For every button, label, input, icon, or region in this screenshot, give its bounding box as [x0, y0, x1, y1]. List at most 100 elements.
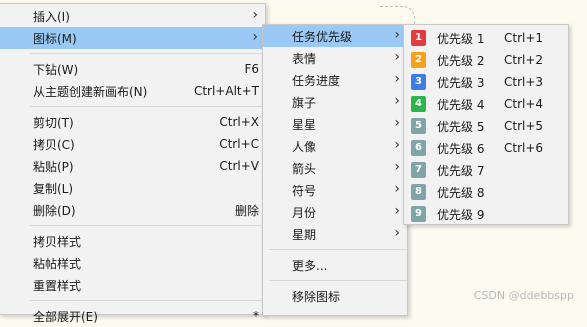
menu-item-duplicate[interactable]: 复制(L) — [0, 177, 265, 199]
submenu-item-flags[interactable]: 旗子 › — [263, 91, 407, 113]
priority-item-2[interactable]: 2 优先级 2 Ctrl+2 — [404, 49, 568, 71]
submenu-item-months[interactable]: 月份 › — [263, 201, 407, 223]
menu-item-shortcut: Ctrl+Alt+T — [193, 84, 259, 98]
menu-item-label: 星星 — [292, 117, 317, 132]
chevron-right-icon: › — [394, 225, 400, 241]
priority-1-icon: 1 — [411, 30, 426, 46]
menu-item-shortcut: Ctrl+4 — [504, 97, 544, 111]
menu-item-icons[interactable]: 图标(M) › — [0, 27, 265, 49]
priority-item-8[interactable]: 8 优先级 8 — [404, 181, 568, 203]
menu-item-copy-style[interactable]: 拷贝样式 — [0, 230, 265, 252]
menu-item-paste-style[interactable]: 粘帖样式 — [0, 252, 265, 274]
submenu-item-task-priority[interactable]: 任务优先级 › — [263, 25, 407, 47]
menu-divider — [30, 225, 265, 226]
menu-item-shortcut: Ctrl+V — [219, 159, 259, 173]
chevron-right-icon: › — [394, 159, 400, 175]
menu-item-expand-all[interactable]: 全部展开(E) * — [0, 305, 265, 327]
icons-submenu: 任务优先级 › 表情 › 任务进度 › 旗子 › 星星 › 人像 › 箭头 › … — [262, 24, 408, 316]
chevron-right-icon: › — [394, 203, 400, 219]
watermark: CSDN @ddebbspp — [473, 289, 574, 302]
priority-item-9[interactable]: 9 优先级 9 — [404, 203, 568, 225]
menu-item-label: 箭头 — [292, 161, 317, 176]
context-menu: 插入(I) › 图标(M) › 下钻(W) F6 从主题创建新画布(N) Ctr… — [0, 3, 266, 324]
menu-item-label: 任务进度 — [292, 73, 341, 88]
menu-item-label: 剪切(T) — [33, 115, 74, 130]
menu-item-shortcut: Ctrl+5 — [504, 119, 544, 133]
menu-item-cut[interactable]: 剪切(T) Ctrl+X — [0, 111, 265, 133]
menu-item-label: 人像 — [292, 139, 317, 154]
menu-item-label: 粘帖样式 — [33, 256, 82, 271]
menu-item-copy[interactable]: 拷贝(C) Ctrl+C — [0, 133, 265, 155]
menu-item-label: 表情 — [292, 51, 317, 66]
menu-item-shortcut: Ctrl+2 — [504, 53, 544, 67]
submenu-item-people[interactable]: 人像 › — [263, 135, 407, 157]
menu-item-reset-style[interactable]: 重置样式 — [0, 274, 265, 296]
menu-item-shortcut: * — [253, 309, 259, 323]
menu-divider — [30, 53, 265, 54]
priority-item-4[interactable]: 4 优先级 4 Ctrl+4 — [404, 93, 568, 115]
menu-item-label: 图标(M) — [33, 31, 77, 46]
submenu-item-task-progress[interactable]: 任务进度 › — [263, 69, 407, 91]
menu-item-shortcut: 删除 — [234, 203, 259, 218]
menu-item-label: 移除图标 — [292, 289, 341, 304]
chevron-right-icon: › — [394, 27, 400, 43]
priority-submenu: 1 优先级 1 Ctrl+1 2 优先级 2 Ctrl+2 3 优先级 3 Ct… — [403, 24, 569, 225]
submenu-item-stars[interactable]: 星星 › — [263, 113, 407, 135]
menu-item-label: 拷贝样式 — [33, 234, 82, 249]
priority-item-3[interactable]: 3 优先级 3 Ctrl+3 — [404, 71, 568, 93]
priority-5-icon: 5 — [411, 118, 426, 134]
menu-item-shortcut: F6 — [244, 62, 259, 76]
menu-item-label: 优先级 6 — [437, 141, 485, 156]
menu-item-label: 全部展开(E) — [33, 309, 98, 324]
priority-3-icon: 3 — [411, 74, 426, 90]
priority-item-7[interactable]: 7 优先级 7 — [404, 159, 568, 181]
menu-item-label: 优先级 9 — [437, 207, 485, 222]
chevron-right-icon: › — [252, 29, 258, 45]
chevron-right-icon: › — [394, 71, 400, 87]
chevron-right-icon: › — [252, 7, 258, 23]
chevron-right-icon: › — [394, 93, 400, 109]
priority-7-icon: 7 — [411, 162, 426, 178]
submenu-item-symbols[interactable]: 符号 › — [263, 179, 407, 201]
menu-item-drill-down[interactable]: 下钻(W) F6 — [0, 58, 265, 80]
menu-item-label: 符号 — [292, 183, 317, 198]
submenu-item-weekdays[interactable]: 星期 › — [263, 223, 407, 245]
submenu-item-arrows[interactable]: 箭头 › — [263, 157, 407, 179]
menu-item-shortcut: Ctrl+3 — [504, 75, 544, 89]
menu-item-label: 旗子 — [292, 95, 317, 110]
menu-item-paste[interactable]: 粘贴(P) Ctrl+V — [0, 155, 265, 177]
submenu-item-more[interactable]: 更多... — [263, 254, 407, 276]
priority-2-icon: 2 — [411, 52, 426, 68]
priority-item-6[interactable]: 6 优先级 6 Ctrl+6 — [404, 137, 568, 159]
menu-item-label: 优先级 3 — [437, 75, 485, 90]
menu-item-label: 从主题创建新画布(N) — [33, 84, 148, 99]
submenu-item-remove-icon[interactable]: 移除图标 — [263, 285, 407, 307]
menu-item-label: 更多... — [292, 258, 328, 273]
submenu-item-emoji[interactable]: 表情 › — [263, 47, 407, 69]
menu-item-shortcut: Ctrl+6 — [504, 141, 544, 155]
menu-item-label: 复制(L) — [33, 181, 74, 196]
menu-item-label: 重置样式 — [33, 278, 82, 293]
menu-item-label: 优先级 4 — [437, 97, 485, 112]
menu-divider — [30, 300, 265, 301]
priority-8-icon: 8 — [411, 184, 426, 200]
menu-divider — [30, 106, 265, 107]
priority-9-icon: 9 — [411, 206, 426, 222]
priority-item-1[interactable]: 1 优先级 1 Ctrl+1 — [404, 27, 568, 49]
menu-item-shortcut: Ctrl+X — [219, 115, 259, 129]
menu-item-shortcut: Ctrl+C — [219, 137, 259, 151]
menu-item-label: 删除(D) — [33, 203, 76, 218]
menu-item-new-sheet-from-topic[interactable]: 从主题创建新画布(N) Ctrl+Alt+T — [0, 80, 265, 102]
menu-item-label: 优先级 8 — [437, 185, 485, 200]
menu-item-insert[interactable]: 插入(I) › — [0, 5, 265, 27]
priority-item-5[interactable]: 5 优先级 5 Ctrl+5 — [404, 115, 568, 137]
menu-divider — [269, 280, 407, 281]
chevron-right-icon: › — [394, 181, 400, 197]
menu-item-label: 优先级 5 — [437, 119, 485, 134]
menu-item-delete[interactable]: 删除(D) 删除 — [0, 199, 265, 221]
menu-item-shortcut: Ctrl+1 — [504, 31, 544, 45]
menu-item-label: 星期 — [292, 227, 317, 242]
menu-divider — [269, 249, 407, 250]
menu-item-label: 粘贴(P) — [33, 159, 74, 174]
menu-item-label: 月份 — [292, 205, 317, 220]
